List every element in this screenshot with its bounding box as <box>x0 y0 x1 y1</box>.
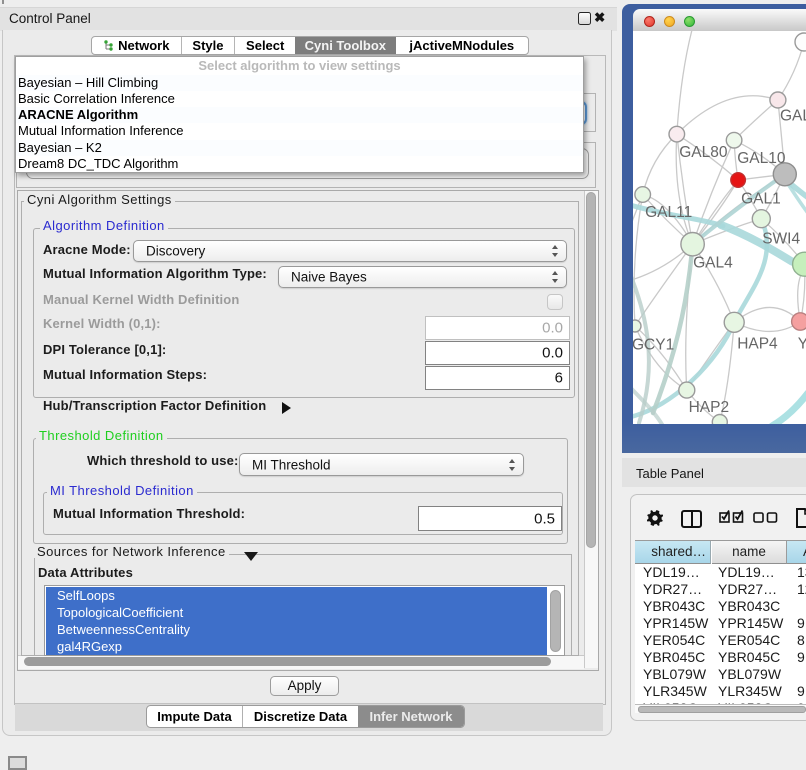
svg-text:GAL4: GAL4 <box>693 254 733 271</box>
svg-text:GAL1: GAL1 <box>741 191 781 208</box>
svg-text:YM: YM <box>798 336 806 353</box>
svg-text:HAP4: HAP4 <box>737 336 778 353</box>
svg-text:HAP2: HAP2 <box>689 399 730 416</box>
svg-text:GAL80: GAL80 <box>679 144 728 161</box>
svg-text:GAL11: GAL11 <box>645 204 692 221</box>
svg-text:GAL10: GAL10 <box>737 150 786 167</box>
svg-text:GCY1: GCY1 <box>633 337 674 354</box>
svg-text:SWI4: SWI4 <box>762 230 800 247</box>
svg-text:GAL2: GAL2 <box>780 108 806 125</box>
